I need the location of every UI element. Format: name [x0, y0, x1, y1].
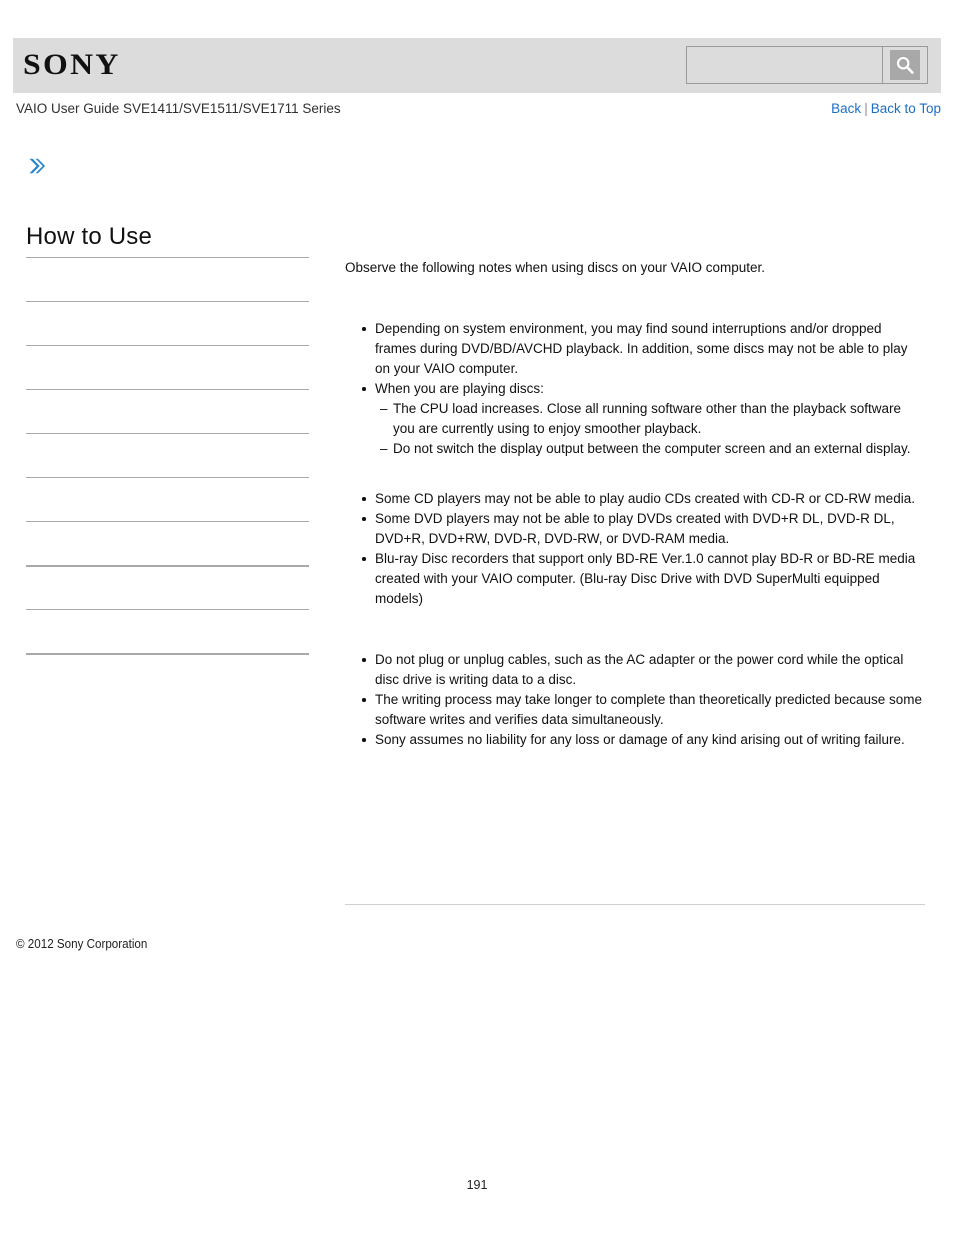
sony-logo: SONY [23, 48, 121, 81]
sidebar-item-8[interactable] [26, 565, 309, 609]
list-item: Some CD players may not be able to play … [362, 489, 925, 509]
search-area [686, 46, 928, 84]
list-item: When you are playing discs: The CPU load… [362, 379, 925, 459]
subheader-bar: VAIO User Guide SVE1411/SVE1511/SVE1711 … [13, 100, 941, 120]
list-item: Sony assumes no liability for any loss o… [362, 730, 925, 750]
header-nav-links: Back | Back to Top [831, 100, 941, 118]
double-chevron-right-icon[interactable] [26, 155, 48, 177]
search-icon [890, 50, 920, 80]
search-button[interactable] [882, 46, 928, 84]
list-item: Do not switch the display output between… [380, 439, 925, 459]
list-item: The writing process may take longer to c… [362, 690, 925, 730]
sidebar-nav-list [26, 257, 309, 697]
sidebar-item-4[interactable] [26, 389, 309, 433]
note-text: When you are playing discs: [375, 381, 544, 396]
sidebar-item-3[interactable] [26, 345, 309, 389]
copyright-text: © 2012 Sony Corporation [16, 937, 148, 951]
list-item: Some DVD players may not be able to play… [362, 509, 925, 549]
page-number: 191 [466, 1178, 488, 1192]
notes-group-compatibility: Some CD players may not be able to play … [345, 489, 925, 609]
list-item: The CPU load increases. Close all runnin… [380, 399, 925, 439]
sidebar: How to Use [26, 155, 309, 697]
sidebar-item-5[interactable] [26, 433, 309, 477]
sidebar-item-10[interactable] [26, 653, 309, 697]
sidebar-item-6[interactable] [26, 477, 309, 521]
search-input[interactable] [686, 46, 882, 84]
content-bottom-divider [345, 904, 925, 905]
sidebar-item-9[interactable] [26, 609, 309, 653]
page-title: How to Use [26, 223, 153, 250]
back-to-top-link[interactable]: Back to Top [871, 101, 941, 116]
intro-paragraph: Observe the following notes when using d… [345, 260, 765, 275]
notes-group-playback: Depending on system environment, you may… [345, 319, 925, 459]
back-link[interactable]: Back [831, 101, 861, 116]
guide-title: VAIO User Guide SVE1411/SVE1511/SVE1711 … [16, 101, 341, 116]
site-header: SONY [13, 38, 941, 93]
list-item: Blu-ray Disc recorders that support only… [362, 549, 925, 609]
sidebar-item-2[interactable] [26, 301, 309, 345]
list-item: Depending on system environment, you may… [362, 319, 925, 379]
note-text: Depending on system environment, you may… [375, 321, 908, 376]
notes-group-writing: Do not plug or unplug cables, such as th… [345, 650, 925, 750]
link-separator: | [864, 101, 868, 116]
sub-notes: The CPU load increases. Close all runnin… [375, 399, 925, 459]
main-content: Observe the following notes when using d… [345, 258, 925, 750]
sidebar-item-7[interactable] [26, 521, 309, 565]
page-root: SONY VAIO User Guide SVE1411/SVE1511/SVE… [0, 0, 954, 1235]
list-item: Do not plug or unplug cables, such as th… [362, 650, 925, 690]
sidebar-item-1[interactable] [26, 257, 309, 301]
